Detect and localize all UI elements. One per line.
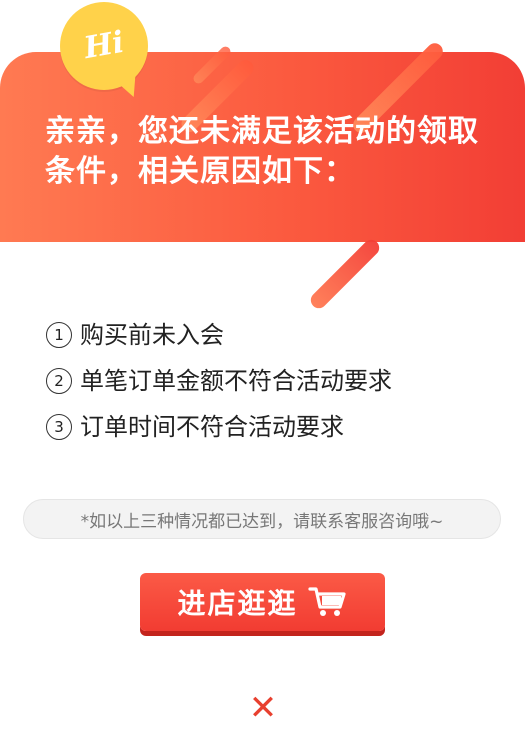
contact-note: *如以上三种情况都已达到，请联系客服咨询哦~: [23, 499, 501, 539]
reason-text: 购买前未入会: [80, 321, 224, 349]
reason-list: 1 购买前未入会 2 单笔订单金额不符合活动要求 3 订单时间不符合活动要求: [46, 312, 392, 450]
reason-text: 订单时间不符合活动要求: [80, 413, 344, 441]
close-button[interactable]: ✕: [237, 682, 289, 734]
list-item: 3 订单时间不符合活动要求: [46, 404, 392, 450]
list-item: 1 购买前未入会: [46, 312, 392, 358]
dialog-title: 亲亲，您还未满足该活动的领取条件，相关原因如下：: [45, 114, 479, 189]
unmet-conditions-dialog: Hi 亲亲，您还未满足该活动的领取条件，相关原因如下： 1 购买前未入会 2 单…: [0, 0, 525, 732]
decorative-stripe: [307, 236, 383, 312]
reason-number: 3: [46, 414, 72, 440]
shopping-cart-icon: [307, 587, 346, 616]
reason-number: 1: [46, 322, 72, 348]
list-item: 2 单笔订单金额不符合活动要求: [46, 358, 392, 404]
contact-note-text: *如以上三种情况都已达到，请联系客服咨询哦~: [80, 511, 444, 532]
reason-number: 2: [46, 368, 72, 394]
reason-text: 单笔订单金额不符合活动要求: [80, 367, 392, 395]
visit-store-label: 进店逛逛: [177, 587, 298, 620]
visit-store-button[interactable]: 进店逛逛: [140, 573, 385, 631]
close-icon: ✕: [248, 688, 278, 728]
